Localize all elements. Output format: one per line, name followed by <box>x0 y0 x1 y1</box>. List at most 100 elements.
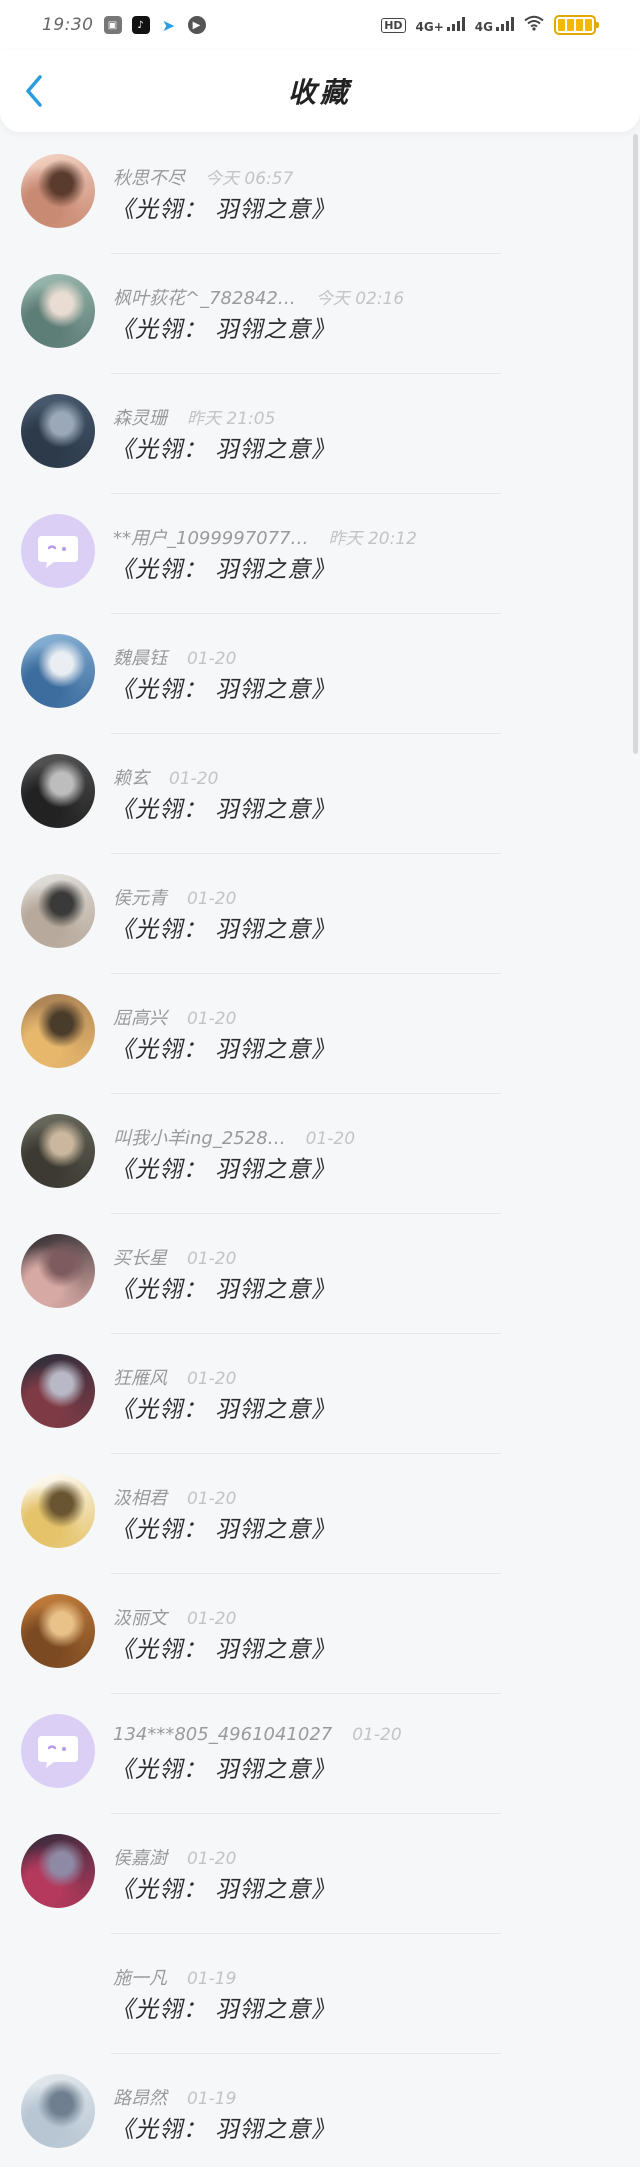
avatar[interactable] <box>21 274 95 348</box>
default-avatar-chat-icon[interactable] <box>21 1714 95 1788</box>
status-time: 19:30 <box>42 15 94 35</box>
user-name[interactable]: 汲丽文 <box>113 1604 167 1630</box>
avatar[interactable] <box>21 1474 95 1548</box>
item-meta: 魏晨钰 01-20 <box>113 644 236 670</box>
user-name[interactable]: 施一凡 <box>113 1964 167 1990</box>
favorite-content[interactable]: 《光翎： 羽翎之意》 <box>111 910 335 944</box>
list-item[interactable]: 叫我小羊ing_2528… 01-20 《光翎： 羽翎之意》 <box>0 1100 640 1220</box>
avatar[interactable] <box>21 2074 95 2148</box>
avatar[interactable] <box>21 1114 95 1188</box>
list-item[interactable]: 汲相君 01-20 《光翎： 羽翎之意》 <box>0 1460 640 1580</box>
favorite-content[interactable]: 《光翎： 羽翎之意》 <box>111 1630 335 1664</box>
avatar[interactable] <box>21 1234 95 1308</box>
avatar[interactable] <box>21 394 95 468</box>
favorite-content[interactable]: 《光翎： 羽翎之意》 <box>111 430 335 464</box>
item-meta: 侯嘉澍 01-20 <box>113 1844 236 1870</box>
item-meta: 汲丽文 01-20 <box>113 1604 236 1630</box>
timestamp: 01-20 <box>169 769 219 789</box>
list-item[interactable]: 魏晨钰 01-20 《光翎： 羽翎之意》 <box>0 620 640 740</box>
favorite-content[interactable]: 《光翎： 羽翎之意》 <box>111 1750 335 1784</box>
user-name[interactable]: 赖玄 <box>113 764 149 790</box>
divider <box>111 1213 501 1214</box>
favorite-content[interactable]: 《光翎： 羽翎之意》 <box>111 2110 335 2144</box>
favorite-content[interactable]: 《光翎： 羽翎之意》 <box>111 790 335 824</box>
back-button[interactable] <box>14 66 54 116</box>
app-notification-icon: ▣ <box>103 16 122 34</box>
list-item[interactable]: 森灵珊 昨天 21:05 《光翎： 羽翎之意》 <box>0 380 640 500</box>
favorite-content[interactable]: 《光翎： 羽翎之意》 <box>111 1030 335 1064</box>
timestamp: 01-20 <box>187 1489 237 1509</box>
tiktok-icon: ♪ <box>131 16 150 34</box>
list-item[interactable]: 屈高兴 01-20 《光翎： 羽翎之意》 <box>0 980 640 1100</box>
favorite-content[interactable]: 《光翎： 羽翎之意》 <box>111 550 335 584</box>
favorite-content[interactable]: 《光翎： 羽翎之意》 <box>111 1150 335 1184</box>
avatar[interactable] <box>21 994 95 1068</box>
user-name[interactable]: **用户_1099997077… <box>113 524 309 550</box>
user-name[interactable]: 秋思不尽 <box>113 164 185 190</box>
timestamp: 01-19 <box>187 1969 237 1989</box>
user-name[interactable]: 侯嘉澍 <box>113 1844 167 1870</box>
user-name[interactable]: 汲相君 <box>113 1484 167 1510</box>
favorite-content[interactable]: 《光翎： 羽翎之意》 <box>111 1870 335 1904</box>
favorite-content[interactable]: 《光翎： 羽翎之意》 <box>111 310 335 344</box>
avatar[interactable] <box>21 754 95 828</box>
avatar[interactable] <box>21 154 95 228</box>
list-item[interactable]: 施一凡 01-19 《光翎： 羽翎之意》 <box>0 1940 640 2060</box>
item-meta: 134***805_4961041027 01-20 <box>113 1724 402 1745</box>
default-avatar-chat-icon[interactable] <box>21 514 95 588</box>
timestamp: 01-20 <box>187 1609 237 1629</box>
list-item[interactable]: 赖玄 01-20 《光翎： 羽翎之意》 <box>0 740 640 860</box>
user-name[interactable]: 134***805_4961041027 <box>113 1724 332 1745</box>
wifi-icon <box>524 15 544 36</box>
user-name[interactable]: 狂雁风 <box>113 1364 167 1390</box>
user-name[interactable]: 魏晨钰 <box>113 644 167 670</box>
scrollbar[interactable] <box>633 134 638 754</box>
status-bar: 19:30 ▣ ♪ ➤ ▶ HD 4G+ 4G <box>0 0 640 50</box>
list-item[interactable]: 汲丽文 01-20 《光翎： 羽翎之意》 <box>0 1580 640 1700</box>
favorite-content[interactable]: 《光翎： 羽翎之意》 <box>111 190 335 224</box>
timestamp: 昨天 20:12 <box>328 529 417 549</box>
user-name[interactable]: 叫我小羊ing_2528… <box>113 1124 286 1150</box>
avatar[interactable] <box>21 1594 95 1668</box>
video-play-icon: ▶ <box>187 16 206 34</box>
list-item[interactable]: **用户_1099997077… 昨天 20:12 《光翎： 羽翎之意》 <box>0 500 640 620</box>
list-item[interactable]: 狂雁风 01-20 《光翎： 羽翎之意》 <box>0 1340 640 1460</box>
user-name[interactable]: 路昂然 <box>113 2084 167 2110</box>
list-item[interactable]: 路昂然 01-19 《光翎： 羽翎之意》 <box>0 2060 640 2167</box>
list-item[interactable]: 买长星 01-20 《光翎： 羽翎之意》 <box>0 1220 640 1340</box>
timestamp: 01-19 <box>187 2089 237 2109</box>
divider <box>111 1693 501 1694</box>
timestamp: 01-20 <box>352 1725 402 1745</box>
list-item[interactable]: 134***805_4961041027 01-20 《光翎： 羽翎之意》 <box>0 1700 640 1820</box>
avatar[interactable] <box>21 1354 95 1428</box>
avatar[interactable] <box>21 634 95 708</box>
user-name[interactable]: 森灵珊 <box>113 404 167 430</box>
nav-bar: 收藏 <box>0 50 640 132</box>
favorite-content[interactable]: 《光翎： 羽翎之意》 <box>111 1270 335 1304</box>
divider <box>111 2053 501 2054</box>
list-item[interactable]: 侯元青 01-20 《光翎： 羽翎之意》 <box>0 860 640 980</box>
divider <box>111 973 501 974</box>
list-item[interactable]: 秋思不尽 今天 06:57 《光翎： 羽翎之意》 <box>0 140 640 260</box>
favorite-content[interactable]: 《光翎： 羽翎之意》 <box>111 1510 335 1544</box>
timestamp: 今天 06:57 <box>205 169 294 189</box>
avatar[interactable] <box>21 1954 95 2028</box>
avatar[interactable] <box>21 1834 95 1908</box>
item-meta: 枫叶荻花^_782842… 今天 02:16 <box>113 284 404 310</box>
user-name[interactable]: 买长星 <box>113 1244 167 1270</box>
user-name[interactable]: 枫叶荻花^_782842… <box>113 284 296 310</box>
divider <box>111 253 501 254</box>
chat-bubble-icon <box>38 1736 78 1768</box>
favorite-content[interactable]: 《光翎： 羽翎之意》 <box>111 670 335 704</box>
user-name[interactable]: 侯元青 <box>113 884 167 910</box>
user-name[interactable]: 屈高兴 <box>113 1004 167 1030</box>
favorite-content[interactable]: 《光翎： 羽翎之意》 <box>111 1990 335 2024</box>
list-item[interactable]: 侯嘉澍 01-20 《光翎： 羽翎之意》 <box>0 1820 640 1940</box>
divider <box>111 1093 501 1094</box>
divider <box>111 1453 501 1454</box>
avatar[interactable] <box>21 874 95 948</box>
timestamp: 01-20 <box>187 889 237 909</box>
favorite-content[interactable]: 《光翎： 羽翎之意》 <box>111 1390 335 1424</box>
item-meta: 汲相君 01-20 <box>113 1484 236 1510</box>
list-item[interactable]: 枫叶荻花^_782842… 今天 02:16 《光翎： 羽翎之意》 <box>0 260 640 380</box>
